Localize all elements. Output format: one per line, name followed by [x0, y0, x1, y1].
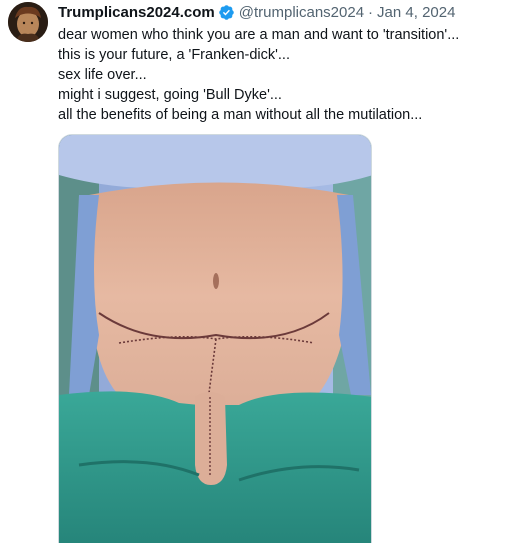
separator-dot: · — [368, 3, 374, 21]
tweet-media-photo[interactable] — [58, 134, 372, 543]
tweet-header: Trumplicans2024.com @trumplicans2024 · J… — [58, 2, 499, 22]
tweet-text-line: this is your future, a 'Franken-dick'... — [58, 47, 290, 63]
tweet[interactable]: Trumplicans2024.com @trumplicans2024 · J… — [0, 0, 505, 543]
tweet-text: dear women who think you are a man and w… — [58, 25, 499, 125]
timestamp[interactable]: Jan 4, 2024 — [377, 4, 455, 21]
tweet-content: Trumplicans2024.com @trumplicans2024 · J… — [58, 2, 499, 125]
tweet-text-line: sex life over... — [58, 67, 147, 83]
tweet-text-line: all the benefits of being a man without … — [58, 107, 423, 123]
tweet-text-line: dear women who think you are a man and w… — [58, 27, 460, 43]
tweet-text-line: might i suggest, going 'Bull Dyke'... — [58, 87, 282, 103]
display-name[interactable]: Trumplicans2024.com — [58, 4, 215, 21]
avatar[interactable] — [8, 2, 48, 42]
verified-badge-icon[interactable] — [218, 4, 235, 21]
photo-image — [59, 135, 371, 543]
handle[interactable]: @trumplicans2024 — [239, 4, 364, 21]
avatar-image — [8, 2, 48, 42]
